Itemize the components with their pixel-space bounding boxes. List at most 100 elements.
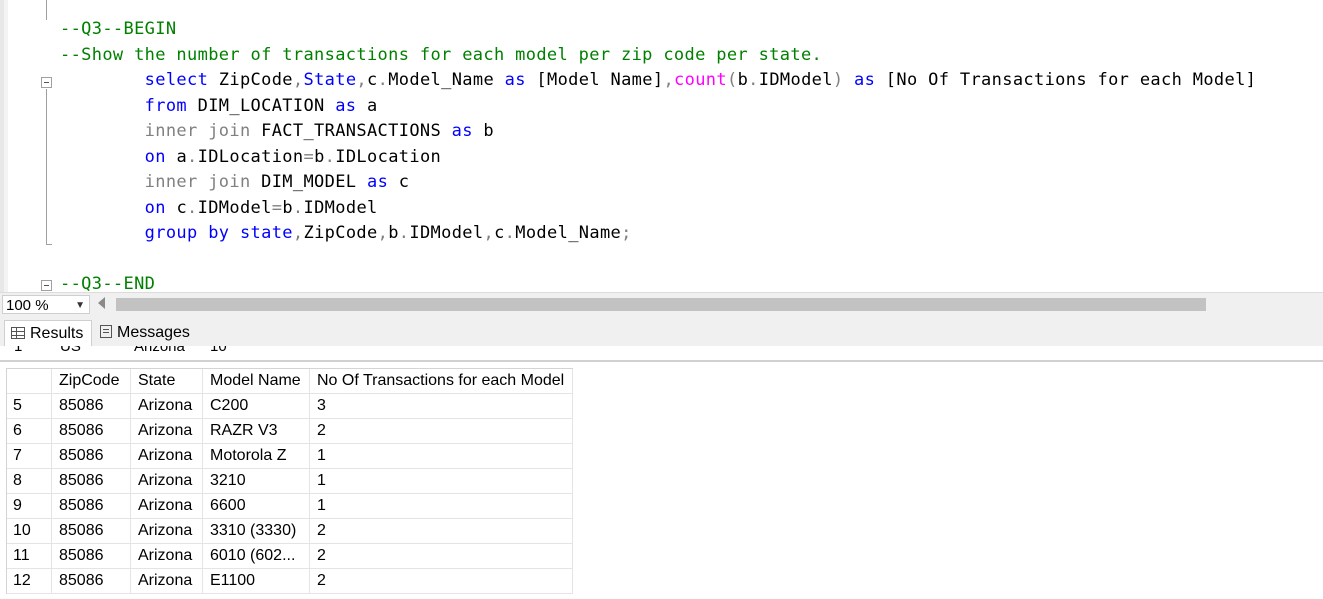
results-pane[interactable]: 1 US Arizona 10 ZipCode State Model Name… [0, 346, 1323, 599]
grid-cell[interactable]: 2 [310, 544, 573, 569]
table-row[interactable]: 10 85086 Arizona 3310 (3330) 2 [7, 519, 573, 544]
code-line[interactable]: select ZipCode,State,c.Model_Name as [Mo… [60, 70, 1256, 90]
grid-divider [0, 360, 1323, 362]
code-token: = [271, 198, 283, 218]
results-grid[interactable]: ZipCode State Model Name No Of Transacti… [6, 368, 573, 594]
row-number[interactable]: 11 [7, 544, 52, 569]
grid-cell[interactable]: 3310 (3330) [203, 519, 310, 544]
grid-cell[interactable]: 85086 [52, 569, 131, 594]
grid-cell[interactable]: Motorola Z [203, 444, 310, 469]
row-number[interactable]: 8 [7, 469, 52, 494]
results-tabs: Results Messages [0, 316, 1323, 346]
grid-cell[interactable]: Arizona [131, 494, 203, 519]
code-token: c [494, 223, 505, 243]
column-header-zipcode[interactable]: ZipCode [52, 369, 131, 394]
table-row[interactable]: 11 85086 Arizona 6010 (602... 2 [7, 544, 573, 569]
code-token: state [239, 223, 293, 243]
query-editor[interactable]: --Q3--BEGIN --Show the number of transact… [0, 0, 1323, 292]
code-token: , [483, 223, 495, 243]
grid-cell[interactable]: Arizona [131, 469, 203, 494]
code-line[interactable]: group by state,ZipCode,b.IDModel,c.Model… [60, 223, 632, 243]
code-line[interactable]: from DIM_LOCATION as a [60, 96, 378, 116]
grid-cell[interactable]: 85086 [52, 469, 131, 494]
row-number[interactable]: 12 [7, 569, 52, 594]
grid-cell[interactable]: RAZR V3 [203, 419, 310, 444]
grid-cell[interactable]: E1100 [203, 569, 310, 594]
table-row[interactable]: 6 85086 Arizona RAZR V3 2 [7, 419, 573, 444]
grid-cell[interactable]: Arizona [131, 519, 203, 544]
grid-cell[interactable]: 1 [310, 444, 573, 469]
grid-cell[interactable]: 85086 [52, 419, 131, 444]
code-token: , [292, 70, 304, 90]
grid-cell[interactable]: 3 [310, 394, 573, 419]
grid-cell[interactable]: 2 [310, 569, 573, 594]
code-token: ZipCode [218, 70, 293, 90]
column-header-state[interactable]: State [131, 369, 203, 394]
row-number[interactable]: 5 [7, 394, 52, 419]
code-line[interactable]: inner join DIM_MODEL as c [60, 172, 409, 192]
grid-cell[interactable]: Arizona [131, 444, 203, 469]
grid-cell[interactable]: 85086 [52, 519, 131, 544]
code-token: IDLocation [335, 147, 442, 167]
grid-cell[interactable]: Arizona [131, 419, 203, 444]
grid-cell[interactable]: 6010 (602... [203, 544, 310, 569]
table-row[interactable]: 8 85086 Arizona 3210 1 [7, 469, 573, 494]
grid-cell[interactable]: US [60, 346, 81, 357]
grid-cell[interactable]: Arizona [131, 569, 203, 594]
code-token: a [366, 96, 378, 116]
code-token: DIM_MODEL [261, 172, 367, 192]
horizontal-scrollbar-thumb[interactable] [116, 298, 1206, 311]
row-number[interactable]: 6 [7, 419, 52, 444]
grid-cell[interactable]: 2 [310, 519, 573, 544]
collapse-icon[interactable] [41, 77, 52, 88]
row-number[interactable]: 9 [7, 494, 52, 519]
code-line[interactable]: inner join FACT_TRANSACTIONS as b [60, 121, 494, 141]
code-token: , [377, 223, 389, 243]
grid-cell[interactable]: 6600 [203, 494, 310, 519]
table-row[interactable]: 9 85086 Arizona 6600 1 [7, 494, 573, 519]
grid-cell[interactable]: 2 [310, 419, 573, 444]
grid-cell[interactable]: Arizona [131, 544, 203, 569]
code-line[interactable]: on c.IDModel=b.IDModel [60, 198, 378, 218]
tab-results-label: Results [30, 325, 84, 342]
zoom-dropdown[interactable]: 100 % ▼ [2, 295, 90, 314]
row-number[interactable]: 7 [7, 444, 52, 469]
grid-cell[interactable]: 1 [310, 494, 573, 519]
grid-cell[interactable]: 85086 [52, 494, 131, 519]
grid-cell[interactable]: 10 [210, 346, 227, 357]
code-token: --Show the number of transactions for ea… [60, 45, 823, 65]
code-token: c [398, 172, 410, 192]
table-row[interactable]: 12 85086 Arizona E1100 2 [7, 569, 573, 594]
code-line[interactable]: on a.IDLocation=b.IDLocation [60, 147, 441, 167]
grid-cell[interactable]: 85086 [52, 444, 131, 469]
code-line[interactable]: --Q3--BEGIN [60, 19, 176, 39]
tab-messages[interactable]: Messages [94, 320, 198, 346]
grid-cell[interactable]: 85086 [52, 394, 131, 419]
column-header-model-name[interactable]: Model Name [203, 369, 310, 394]
table-row[interactable]: 5 85086 Arizona C200 3 [7, 394, 573, 419]
code-token: ( [726, 70, 738, 90]
code-token: from [60, 96, 198, 116]
grid-cell[interactable]: Arizona [131, 394, 203, 419]
table-row[interactable]: 7 85086 Arizona Motorola Z1 [7, 444, 573, 469]
grid-cell[interactable]: Arizona [134, 346, 185, 357]
column-header-no-of-transactions[interactable]: No Of Transactions for each Model [310, 369, 573, 394]
code-token: . [187, 198, 198, 218]
code-line[interactable]: --Q3--END [60, 274, 155, 292]
code-token: b [737, 70, 749, 90]
code-token: IDModel [409, 223, 484, 243]
code-token: IDModel [758, 70, 833, 90]
code-token: Model_Name [515, 223, 622, 243]
previous-result-grid: 1 US Arizona 10 [0, 346, 300, 358]
row-number[interactable]: 10 [7, 519, 52, 544]
scroll-left-icon[interactable] [98, 297, 105, 309]
row-header-corner[interactable] [7, 369, 52, 394]
grid-cell[interactable]: 1 [310, 469, 573, 494]
grid-cell[interactable]: 85086 [52, 544, 131, 569]
tab-results[interactable]: Results [4, 320, 92, 346]
code-line[interactable]: --Show the number of transactions for ea… [60, 45, 822, 65]
grid-cell[interactable]: C200 [203, 394, 310, 419]
grid-cell[interactable]: 3210 [203, 469, 310, 494]
collapse-icon[interactable] [41, 280, 52, 291]
code-token: IDModel [197, 198, 272, 218]
